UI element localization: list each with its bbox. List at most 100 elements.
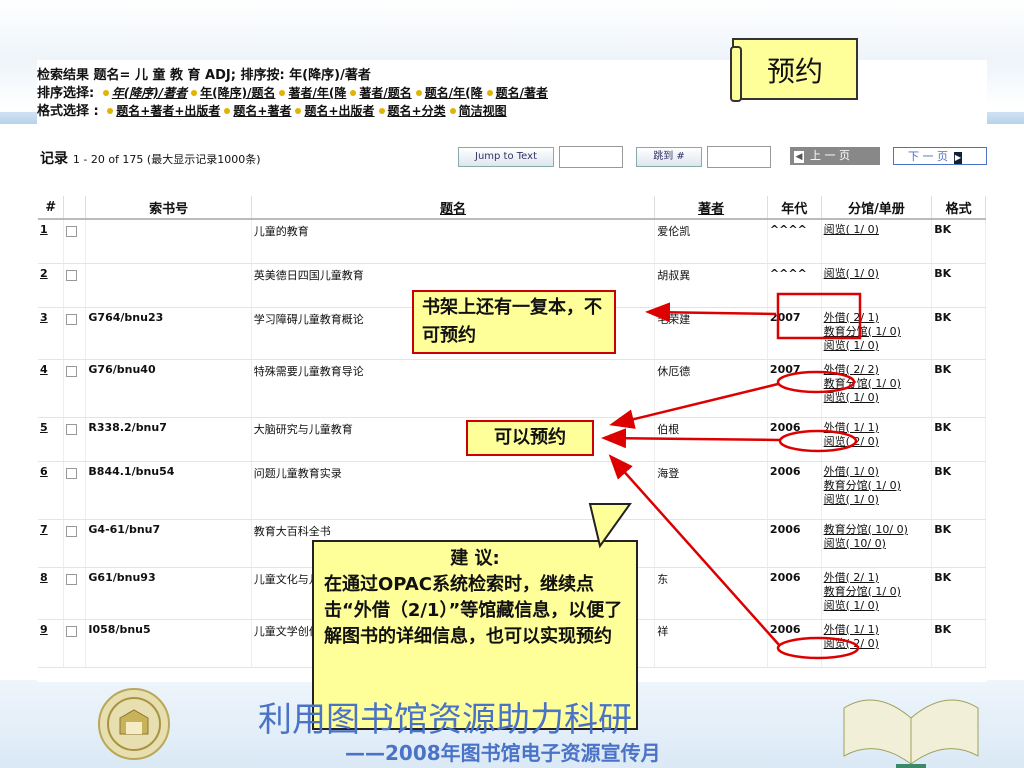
holdings-link[interactable]: 教育分馆( 10/ 0) — [824, 523, 930, 537]
holdings-link[interactable]: 阅览( 1/ 0) — [824, 223, 930, 237]
select-checkbox[interactable] — [66, 365, 78, 377]
holdings-link[interactable]: 阅览( 1/ 0) — [824, 493, 930, 507]
record-number: 5 — [38, 417, 65, 462]
holdings-link[interactable]: 教育分馆( 1/ 0) — [824, 585, 930, 599]
next-page-button[interactable]: 下 一 页 ▶ — [893, 147, 987, 165]
select-cell — [63, 619, 87, 668]
book-author: 胡叔異 — [654, 263, 768, 308]
sort-option[interactable]: 题名/年(降 — [425, 86, 483, 100]
column-header[interactable]: 著者 — [654, 196, 768, 220]
jump-text-input[interactable] — [559, 146, 623, 168]
jump-to-text-button[interactable]: Jump to Text — [458, 147, 554, 167]
prev-page-button[interactable]: ◀ 上 一 页 — [790, 147, 880, 165]
column-header: # — [38, 196, 65, 220]
bullet-icon — [295, 108, 302, 114]
holdings-cell: 外借( 1/ 1) 阅览( 2/ 0) — [821, 417, 933, 462]
sort-option[interactable]: 年(降序)/题名 — [200, 86, 275, 100]
holdings-link[interactable]: 阅览( 2/ 0) — [824, 637, 930, 651]
record-link[interactable]: 1 — [40, 223, 48, 236]
format-option[interactable]: 题名+出版者 — [304, 104, 374, 118]
bullet-icon — [350, 90, 357, 96]
select-checkbox[interactable] — [66, 226, 78, 237]
select-checkbox[interactable] — [66, 313, 78, 325]
bullet-icon — [102, 90, 109, 96]
record-link[interactable]: 8 — [40, 571, 48, 584]
format-value: BK — [931, 263, 986, 308]
record-link[interactable]: 9 — [40, 623, 48, 636]
holdings-link[interactable]: 阅览( 2/ 0) — [824, 435, 930, 449]
book-year: ^^^^ — [767, 219, 822, 264]
format-value: BK — [931, 461, 986, 520]
sort-option[interactable]: 著者/年(降 — [288, 86, 346, 100]
format-value: BK — [931, 307, 986, 360]
column-header: 索书号 — [85, 196, 252, 220]
holdings-cell: 阅览( 1/ 0) — [821, 219, 933, 264]
holdings-link[interactable]: 外借( 2/ 1) — [824, 311, 930, 325]
record-number: 2 — [38, 263, 65, 308]
holdings-link[interactable]: 阅览( 1/ 0) — [824, 339, 930, 353]
select-checkbox[interactable] — [66, 573, 78, 585]
footer-subtitle: ——2008年图书馆电子资源宣传月 — [345, 741, 661, 765]
record-link[interactable]: 4 — [40, 363, 48, 376]
holdings-link[interactable]: 外借( 1/ 1) — [824, 623, 930, 637]
record-number: 7 — [38, 519, 65, 568]
callout-copy-on-shelf: 书架上还有一复本，不可预约 — [412, 290, 616, 354]
format-option[interactable]: 题名+著者+出版者 — [116, 104, 220, 118]
book-author: 伯根 — [654, 417, 768, 462]
call-number: R338.2/bnu7 — [85, 417, 252, 462]
holdings-link[interactable]: 教育分馆( 1/ 0) — [824, 325, 930, 339]
holdings-link[interactable]: 阅览( 1/ 0) — [824, 267, 930, 281]
format-option[interactable]: 题名+著者 — [233, 104, 291, 118]
format-options: 格式选择 : 题名+著者+出版者 题名+著者 题名+出版者 题名+分类 简洁视图 — [37, 104, 507, 119]
select-cell — [63, 263, 87, 308]
holdings-link[interactable]: 阅览( 1/ 0) — [824, 391, 930, 405]
holdings-link[interactable]: 外借( 1/ 1) — [824, 421, 930, 435]
holdings-cell: 阅览( 1/ 0) — [821, 263, 933, 308]
select-checkbox[interactable] — [66, 269, 78, 281]
record-link[interactable]: 5 — [40, 421, 48, 434]
column-header — [63, 196, 87, 220]
jump-number-input[interactable] — [707, 146, 771, 168]
next-arrow-icon: ▶ — [954, 152, 962, 164]
sort-option[interactable]: 题名/著者 — [496, 86, 548, 100]
sort-options: 排序选择: 年(降序)/著者 年(降序)/题名 著者/年(降 著者/题名 题名/年(降题… — [37, 86, 548, 101]
footer-title: 利用图书馆资源助力科研 — [258, 700, 632, 740]
format-value: BK — [931, 519, 986, 568]
book-author: 祥 — [654, 619, 768, 668]
select-checkbox[interactable] — [66, 525, 78, 537]
open-book-icon — [843, 699, 979, 768]
holdings-link[interactable]: 教育分馆( 1/ 0) — [824, 377, 930, 391]
jump-number-button[interactable]: 跳到 # — [636, 147, 702, 167]
sort-option[interactable]: 年(降序)/著者 — [112, 86, 187, 100]
holdings-cell: 教育分馆( 10/ 0) 阅览( 10/ 0) — [821, 519, 933, 568]
book-author: 爱伦凯 — [654, 219, 768, 264]
holdings-link[interactable]: 阅览( 10/ 0) — [824, 537, 930, 551]
select-checkbox[interactable] — [66, 423, 78, 435]
holdings-link[interactable]: 外借( 2/ 2) — [824, 363, 930, 377]
bullet-icon — [279, 90, 286, 96]
column-header[interactable]: 题名 — [251, 196, 656, 220]
record-link[interactable]: 6 — [40, 465, 48, 478]
record-link[interactable]: 2 — [40, 267, 48, 280]
holdings-link[interactable]: 外借( 1/ 0) — [824, 465, 930, 479]
book-author — [654, 519, 768, 568]
call-number: G4-61/bnu7 — [85, 519, 252, 568]
holdings-link[interactable]: 阅览( 1/ 0) — [824, 599, 930, 613]
format-value: BK — [931, 417, 986, 462]
record-link[interactable]: 3 — [40, 311, 48, 324]
select-cell — [63, 359, 87, 418]
select-cell — [63, 417, 87, 462]
format-option[interactable]: 题名+分类 — [388, 104, 446, 118]
holdings-cell: 外借( 2/ 1) 教育分馆( 1/ 0) 阅览( 1/ 0) — [821, 567, 933, 620]
select-checkbox[interactable] — [66, 625, 78, 637]
table-row: 4 G76/bnu40 特殊需要儿童教育导论 休厄德 2007 外借( 2/ 2) 教育分馆… — [38, 359, 986, 418]
holdings-link[interactable]: 外借( 2/ 1) — [824, 571, 930, 585]
sort-option[interactable]: 著者/题名 — [359, 86, 411, 100]
format-option[interactable]: 简洁视图 — [459, 104, 507, 118]
table-header: # 索书号 题名 著者 年代 分馆/单册 格式 — [38, 196, 986, 220]
holdings-link[interactable]: 教育分馆( 1/ 0) — [824, 479, 930, 493]
select-checkbox[interactable] — [66, 467, 78, 479]
record-number: 4 — [38, 359, 65, 418]
record-link[interactable]: 7 — [40, 523, 48, 536]
book-author: 东 — [654, 567, 768, 620]
